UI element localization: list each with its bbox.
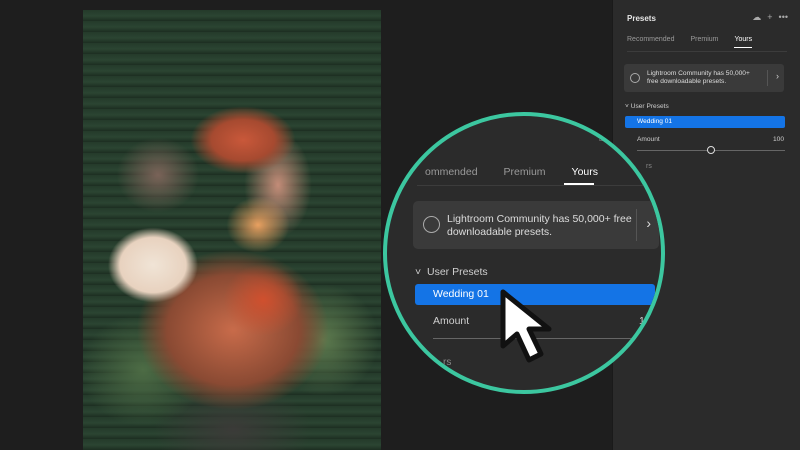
community-icon bbox=[630, 73, 640, 83]
tab-recommended[interactable]: Recommended bbox=[627, 36, 674, 48]
magnified-promo-banner: Lightroom Community has 50,000+ free dow… bbox=[413, 201, 659, 249]
chevron-right-icon: › bbox=[646, 215, 651, 231]
magnified-tab-recommended: ommended bbox=[425, 166, 478, 178]
magnified-tab-yours: Yours bbox=[571, 166, 599, 178]
magnified-promo-text: Lightroom Community has 50,000+ free dow… bbox=[447, 213, 632, 238]
plus-icon[interactable]: + bbox=[767, 12, 772, 23]
chevron-down-icon: ˅ bbox=[415, 266, 422, 278]
tab-yours[interactable]: Yours bbox=[734, 36, 753, 48]
tab-divider bbox=[627, 51, 787, 52]
tab-premium[interactable]: Premium bbox=[690, 36, 718, 48]
magnified-partial-label: rs bbox=[443, 357, 452, 368]
magnified-user-presets-header: ˅ User Presets bbox=[415, 266, 488, 278]
magnified-amount-label: Amount bbox=[433, 315, 470, 327]
user-presets-label: User Presets bbox=[630, 103, 669, 110]
more-icon[interactable]: ••• bbox=[779, 12, 788, 23]
cloud-icon: ⌂ bbox=[599, 133, 606, 144]
chevron-down-icon: ˅ bbox=[625, 103, 629, 110]
amount-value: 100 bbox=[772, 136, 784, 143]
user-presets-header[interactable]: ˅ User Presets bbox=[625, 103, 669, 110]
preset-tabs: Recommended Premium Yours bbox=[627, 36, 753, 48]
cursor-arrow-icon bbox=[500, 289, 552, 363]
chevron-right-icon[interactable]: › bbox=[776, 71, 779, 81]
promo-divider bbox=[767, 70, 768, 86]
wedding-photo bbox=[83, 10, 381, 450]
community-icon bbox=[423, 216, 440, 233]
magnified-tab-divider bbox=[417, 185, 657, 186]
magnified-tabs: ommended Premium Yours bbox=[425, 166, 598, 178]
community-promo-banner[interactable]: Lightroom Community has 50,000+ free dow… bbox=[624, 64, 784, 92]
cloud-icon[interactable]: ☁ bbox=[752, 12, 761, 23]
panel-title: Presets bbox=[627, 14, 656, 23]
amount-slider-thumb[interactable] bbox=[707, 146, 715, 154]
magnified-user-presets-label: User Presets bbox=[426, 266, 488, 278]
panel-header-icons: ☁ + ••• bbox=[752, 12, 788, 23]
magnified-amount-value: 100 bbox=[639, 315, 657, 327]
promo-divider bbox=[636, 209, 637, 241]
promo-text: Lightroom Community has 50,000+ free dow… bbox=[647, 70, 750, 85]
magnified-tab-premium: Premium bbox=[503, 166, 546, 178]
